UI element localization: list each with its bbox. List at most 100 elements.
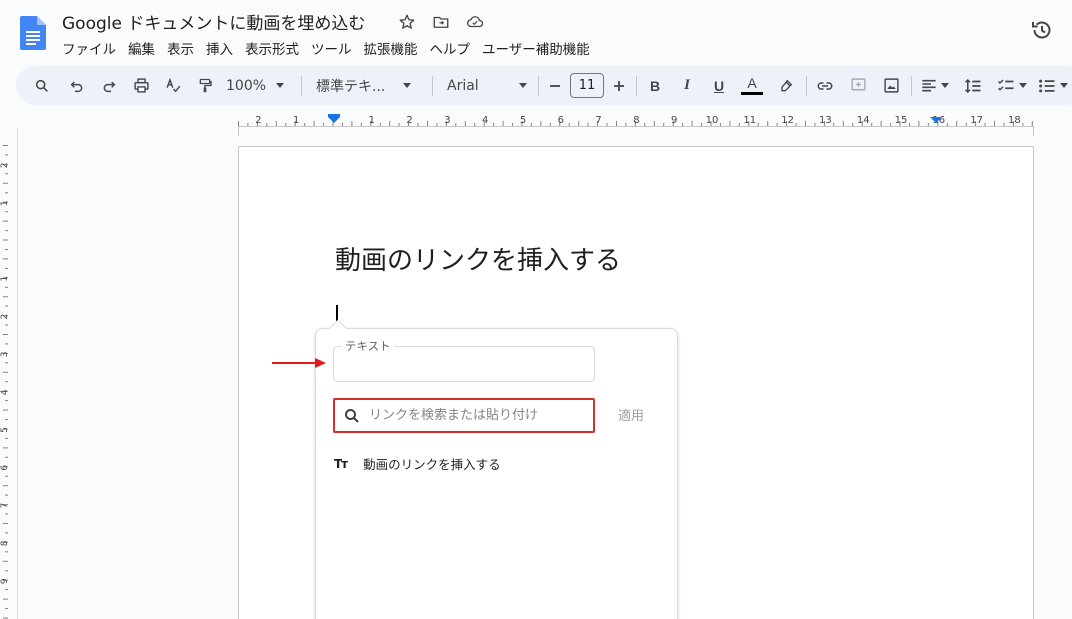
ruler-tick xyxy=(795,123,797,126)
zoom-select[interactable]: 100% xyxy=(226,66,290,105)
ruler-label: 6 xyxy=(558,115,564,126)
ruler-label: 2 xyxy=(0,314,10,320)
chevron-down-icon xyxy=(941,83,949,88)
link-text-label: テキスト xyxy=(342,338,394,354)
bullet-list-select[interactable] xyxy=(1038,66,1072,105)
undo-icon[interactable] xyxy=(65,66,89,105)
bold-icon[interactable]: B xyxy=(644,66,666,105)
ruler-tick xyxy=(5,551,8,553)
document-page[interactable]: 動画のリンクを挿入する テキスト 適用 Tт 動画のリンクを挿入する xyxy=(238,146,1034,619)
ruler-tick xyxy=(805,121,806,126)
ruler-tick xyxy=(880,121,882,126)
ruler-label: 13 xyxy=(819,115,832,126)
redo-icon[interactable] xyxy=(97,66,121,105)
text-color-icon[interactable]: A xyxy=(740,66,764,105)
ruler-label: 3 xyxy=(0,352,10,358)
zoom-value: 100% xyxy=(226,77,267,94)
search-menus-icon[interactable] xyxy=(30,66,54,105)
spellcheck-icon[interactable] xyxy=(161,66,185,105)
ruler-tick xyxy=(719,123,721,126)
star-icon[interactable] xyxy=(396,11,418,33)
style-select[interactable]: 標準テキ... xyxy=(316,66,420,105)
ruler-label: 9 xyxy=(0,578,10,584)
menu-view[interactable]: 表示 xyxy=(161,37,200,59)
toolbar: 100% 標準テキ... Arial 11 B I U A xyxy=(16,66,1072,105)
ruler-label: 2 xyxy=(255,115,261,126)
link-text-field[interactable]: テキスト xyxy=(333,338,595,382)
italic-icon[interactable]: I xyxy=(676,66,698,105)
ruler-label: 4 xyxy=(482,115,488,126)
ruler-tick xyxy=(890,123,892,126)
ruler-tick xyxy=(587,123,589,126)
ruler-tick xyxy=(852,123,854,126)
print-icon[interactable] xyxy=(129,66,153,105)
ruler-label: 1 xyxy=(0,200,10,206)
ruler-tick xyxy=(5,305,8,307)
ruler-tick xyxy=(5,400,8,402)
ruler-tick xyxy=(663,123,665,126)
ruler-label: 15 xyxy=(895,115,908,126)
ruler-tick xyxy=(956,121,958,126)
ruler-tick xyxy=(5,324,8,326)
ruler-tick xyxy=(994,121,995,126)
docs-logo-icon[interactable] xyxy=(20,16,46,50)
popup-pointer xyxy=(329,319,347,337)
insert-link-icon[interactable] xyxy=(813,66,837,105)
link-search-input[interactable] xyxy=(369,408,579,423)
toolbar-divider xyxy=(301,76,302,96)
highlight-color-icon[interactable] xyxy=(774,66,798,105)
ruler-label: 4 xyxy=(0,389,10,395)
menu-edit[interactable]: 編集 xyxy=(122,37,161,59)
ruler-tick xyxy=(3,485,8,487)
ruler-label: 18 xyxy=(1008,115,1021,126)
align-select[interactable] xyxy=(918,66,952,105)
ruler-label: 17 xyxy=(970,115,983,126)
insert-image-icon[interactable] xyxy=(879,66,903,105)
toolbar-divider xyxy=(806,76,807,96)
underline-icon[interactable]: U xyxy=(708,66,730,105)
heading-type-icon: Tт xyxy=(334,456,348,471)
paint-format-icon[interactable] xyxy=(193,66,217,105)
ruler-tick xyxy=(3,523,8,524)
ruler-tick xyxy=(3,371,8,373)
first-line-indent-marker-icon[interactable] xyxy=(328,114,340,117)
document-heading[interactable]: 動画のリンクを挿入する xyxy=(335,240,621,277)
decrease-font-size-button[interactable] xyxy=(546,66,564,105)
ruler-tick xyxy=(909,123,910,126)
ruler-tick xyxy=(871,123,873,126)
menu-file[interactable]: ファイル xyxy=(56,37,122,59)
ruler-label: 1 xyxy=(0,276,10,282)
ruler-tick xyxy=(701,123,702,126)
ruler-tick xyxy=(3,617,8,619)
menu-extensions[interactable]: 拡張機能 xyxy=(358,37,424,59)
font-size-input[interactable]: 11 xyxy=(570,73,604,98)
font-select[interactable]: Arial xyxy=(447,66,533,105)
version-history-icon[interactable] xyxy=(1030,18,1054,42)
menu-bar: ファイル 編集 表示 挿入 表示形式 ツール 拡張機能 ヘルプ ユーザー補助機能 xyxy=(56,37,596,59)
ruler-tick xyxy=(427,121,428,126)
ruler-tick xyxy=(5,532,8,534)
horizontal-ruler[interactable]: 2 1 1 2 3 4 5 6 7 8 9 10 11 12 13 14 15 16 17 18 xyxy=(238,112,1034,136)
move-folder-icon[interactable] xyxy=(430,11,452,33)
add-comment-icon[interactable] xyxy=(846,66,870,105)
ruler-label: 9 xyxy=(671,115,677,126)
ruler-tick xyxy=(512,123,513,126)
ruler-tick xyxy=(3,560,8,562)
line-spacing-icon[interactable] xyxy=(961,66,985,105)
checklist-select[interactable] xyxy=(994,66,1030,105)
heading-suggestion-item[interactable]: Tт 動画のリンクを挿入する xyxy=(334,454,501,473)
menu-help[interactable]: ヘルプ xyxy=(424,37,477,59)
document-title[interactable]: Google ドキュメントに動画を埋め込む xyxy=(62,9,365,34)
apply-button[interactable]: 適用 xyxy=(618,405,644,424)
ruler-tick xyxy=(3,258,8,260)
menu-format[interactable]: 表示形式 xyxy=(239,37,305,59)
link-search-field[interactable] xyxy=(333,398,595,433)
menu-tools[interactable]: ツール xyxy=(305,37,358,59)
increase-font-size-button[interactable] xyxy=(610,66,628,105)
ruler-tick xyxy=(1022,123,1024,126)
cloud-saved-icon[interactable] xyxy=(464,11,486,33)
menu-accessibility[interactable]: ユーザー補助機能 xyxy=(476,37,596,59)
vertical-ruler[interactable]: 2 1 1 2 3 4 5 6 7 8 9 xyxy=(0,145,18,619)
menu-insert[interactable]: 挿入 xyxy=(200,37,239,59)
ruler-tick xyxy=(5,249,8,250)
